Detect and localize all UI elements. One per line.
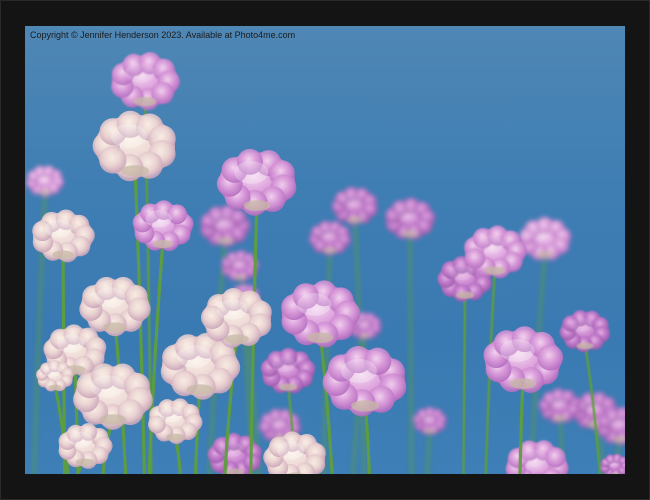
thrift-flower-head <box>92 110 176 182</box>
thrift-flower-head <box>200 287 272 348</box>
thrift-flower-head <box>385 197 436 240</box>
flower-stem <box>426 428 432 474</box>
thrift-flower-head <box>148 398 203 445</box>
thrift-flower-scene <box>26 52 625 474</box>
picture-frame: Copyright © Jennifer Henderson 2023. Ava… <box>0 0 650 500</box>
thrift-flower-head <box>200 204 251 248</box>
thrift-flower-head <box>308 220 351 256</box>
thrift-flower-head <box>260 347 316 394</box>
thrift-flower-head <box>207 432 262 474</box>
framed-photo: Copyright © Jennifer Henderson 2023. Ava… <box>25 26 625 474</box>
thrift-flower-head <box>413 406 447 435</box>
thrift-flower-head <box>281 280 361 348</box>
flower-stem <box>408 230 413 474</box>
thrift-flower-head <box>111 52 180 111</box>
thrift-flower-head <box>483 326 564 393</box>
thrift-flower-head <box>132 200 194 252</box>
thrift-flower-head <box>505 440 569 474</box>
thrift-flower-head <box>26 165 64 198</box>
thrift-flower-head <box>518 216 572 261</box>
thrift-flower-head <box>559 310 610 353</box>
flower-stem <box>462 291 467 474</box>
thrift-flower-head <box>331 186 378 226</box>
thrift-flower-head <box>322 346 407 417</box>
copyright-watermark: Copyright © Jennifer Henderson 2023. Ava… <box>30 30 296 40</box>
thrift-flower-head <box>216 148 297 216</box>
thrift-flower-head <box>600 453 625 474</box>
